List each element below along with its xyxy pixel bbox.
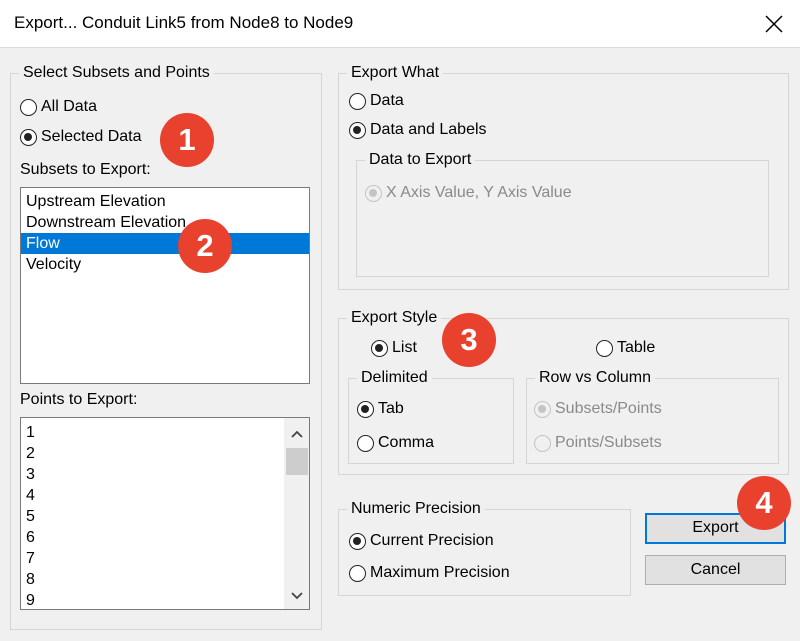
cancel-button[interactable]: Cancel — [645, 555, 786, 585]
title-bar: Export... Conduit Link5 from Node8 to No… — [0, 0, 800, 48]
subsets-points-label: Subsets/Points — [555, 400, 662, 417]
tab-radio[interactable]: Tab — [357, 399, 404, 419]
list-item-selected[interactable]: Flow — [21, 233, 309, 254]
data-and-labels-radio[interactable]: Data and Labels — [349, 120, 487, 140]
points-subsets-label: Points/Subsets — [555, 434, 662, 451]
all-data-radio-circle[interactable] — [20, 98, 37, 116]
selected-data-radio[interactable]: Selected Data — [20, 127, 142, 147]
maximum-precision-radio-circle[interactable] — [349, 564, 366, 582]
comma-radio-circle[interactable] — [357, 434, 374, 452]
subsets-listbox[interactable]: Upstream Elevation Downstream Elevation … — [20, 187, 310, 384]
select-subsets-legend: Select Subsets and Points — [19, 63, 214, 83]
data-to-export-group: Data to Export — [356, 150, 769, 277]
tab-radio-circle[interactable] — [357, 400, 374, 418]
xy-value-radio: X Axis Value, Y Axis Value — [365, 183, 572, 203]
current-precision-radio[interactable]: Current Precision — [349, 531, 494, 551]
annotation-badge-3: 3 — [442, 313, 496, 367]
subsets-points-radio: Subsets/Points — [534, 399, 662, 419]
table-radio-circle[interactable] — [596, 339, 613, 357]
comma-label: Comma — [378, 434, 435, 451]
chevron-down-icon[interactable] — [290, 589, 304, 603]
list-radio-circle[interactable] — [371, 339, 388, 357]
list-item[interactable]: 1 — [21, 422, 309, 443]
list-item[interactable]: 3 — [21, 464, 309, 485]
maximum-precision-label: Maximum Precision — [370, 564, 510, 581]
list-item[interactable]: Velocity — [21, 254, 309, 275]
points-to-export-label: Points to Export: — [20, 391, 138, 408]
scrollbar-thumb[interactable] — [286, 448, 308, 475]
all-data-label: All Data — [41, 98, 98, 115]
list-item[interactable]: Upstream Elevation — [21, 191, 309, 212]
table-label: Table — [617, 339, 656, 356]
annotation-badge-4: 4 — [737, 476, 791, 530]
subsets-points-radio-circle — [534, 400, 551, 418]
data-and-labels-radio-circle[interactable] — [349, 121, 366, 139]
current-precision-radio-circle[interactable] — [349, 532, 366, 550]
list-item[interactable]: 4 — [21, 485, 309, 506]
selected-data-label: Selected Data — [41, 128, 142, 145]
selected-data-radio-circle[interactable] — [20, 128, 37, 146]
list-label: List — [392, 339, 417, 356]
close-icon[interactable] — [758, 8, 790, 40]
current-precision-label: Current Precision — [370, 532, 494, 549]
maximum-precision-radio[interactable]: Maximum Precision — [349, 563, 510, 583]
data-label: Data — [370, 92, 404, 109]
list-item[interactable]: 7 — [21, 548, 309, 569]
subsets-to-export-label: Subsets to Export: — [20, 161, 151, 178]
xy-value-radio-circle — [365, 184, 382, 202]
tab-label: Tab — [378, 400, 404, 417]
points-subsets-radio-circle — [534, 434, 551, 452]
annotation-badge-1: 1 — [160, 113, 214, 167]
points-subsets-radio: Points/Subsets — [534, 433, 662, 453]
chevron-up-icon[interactable] — [290, 427, 304, 441]
list-item[interactable]: 9 — [21, 590, 309, 609]
xy-value-label: X Axis Value, Y Axis Value — [386, 184, 572, 201]
list-item[interactable]: 5 — [21, 506, 309, 527]
points-listbox[interactable]: 1 2 3 4 5 6 7 8 9 — [20, 417, 310, 610]
row-vs-column-legend: Row vs Column — [535, 368, 656, 388]
list-radio[interactable]: List — [371, 338, 417, 358]
list-item[interactable]: 6 — [21, 527, 309, 548]
list-item[interactable]: 2 — [21, 443, 309, 464]
table-radio[interactable]: Table — [596, 338, 655, 358]
export-what-legend: Export What — [347, 63, 444, 83]
data-and-labels-label: Data and Labels — [370, 121, 487, 138]
points-scrollbar[interactable] — [284, 418, 309, 609]
annotation-badge-2: 2 — [178, 219, 232, 273]
all-data-radio[interactable]: All Data — [20, 97, 97, 117]
data-radio[interactable]: Data — [349, 91, 404, 111]
numeric-precision-legend: Numeric Precision — [347, 499, 485, 519]
data-to-export-legend: Data to Export — [365, 150, 476, 170]
list-item[interactable]: 8 — [21, 569, 309, 590]
delimited-legend: Delimited — [357, 368, 432, 388]
comma-radio[interactable]: Comma — [357, 433, 434, 453]
window-title: Export... Conduit Link5 from Node8 to No… — [14, 13, 354, 32]
data-radio-circle[interactable] — [349, 92, 366, 110]
list-item[interactable]: Downstream Elevation — [21, 212, 309, 233]
export-style-legend: Export Style — [347, 308, 442, 328]
